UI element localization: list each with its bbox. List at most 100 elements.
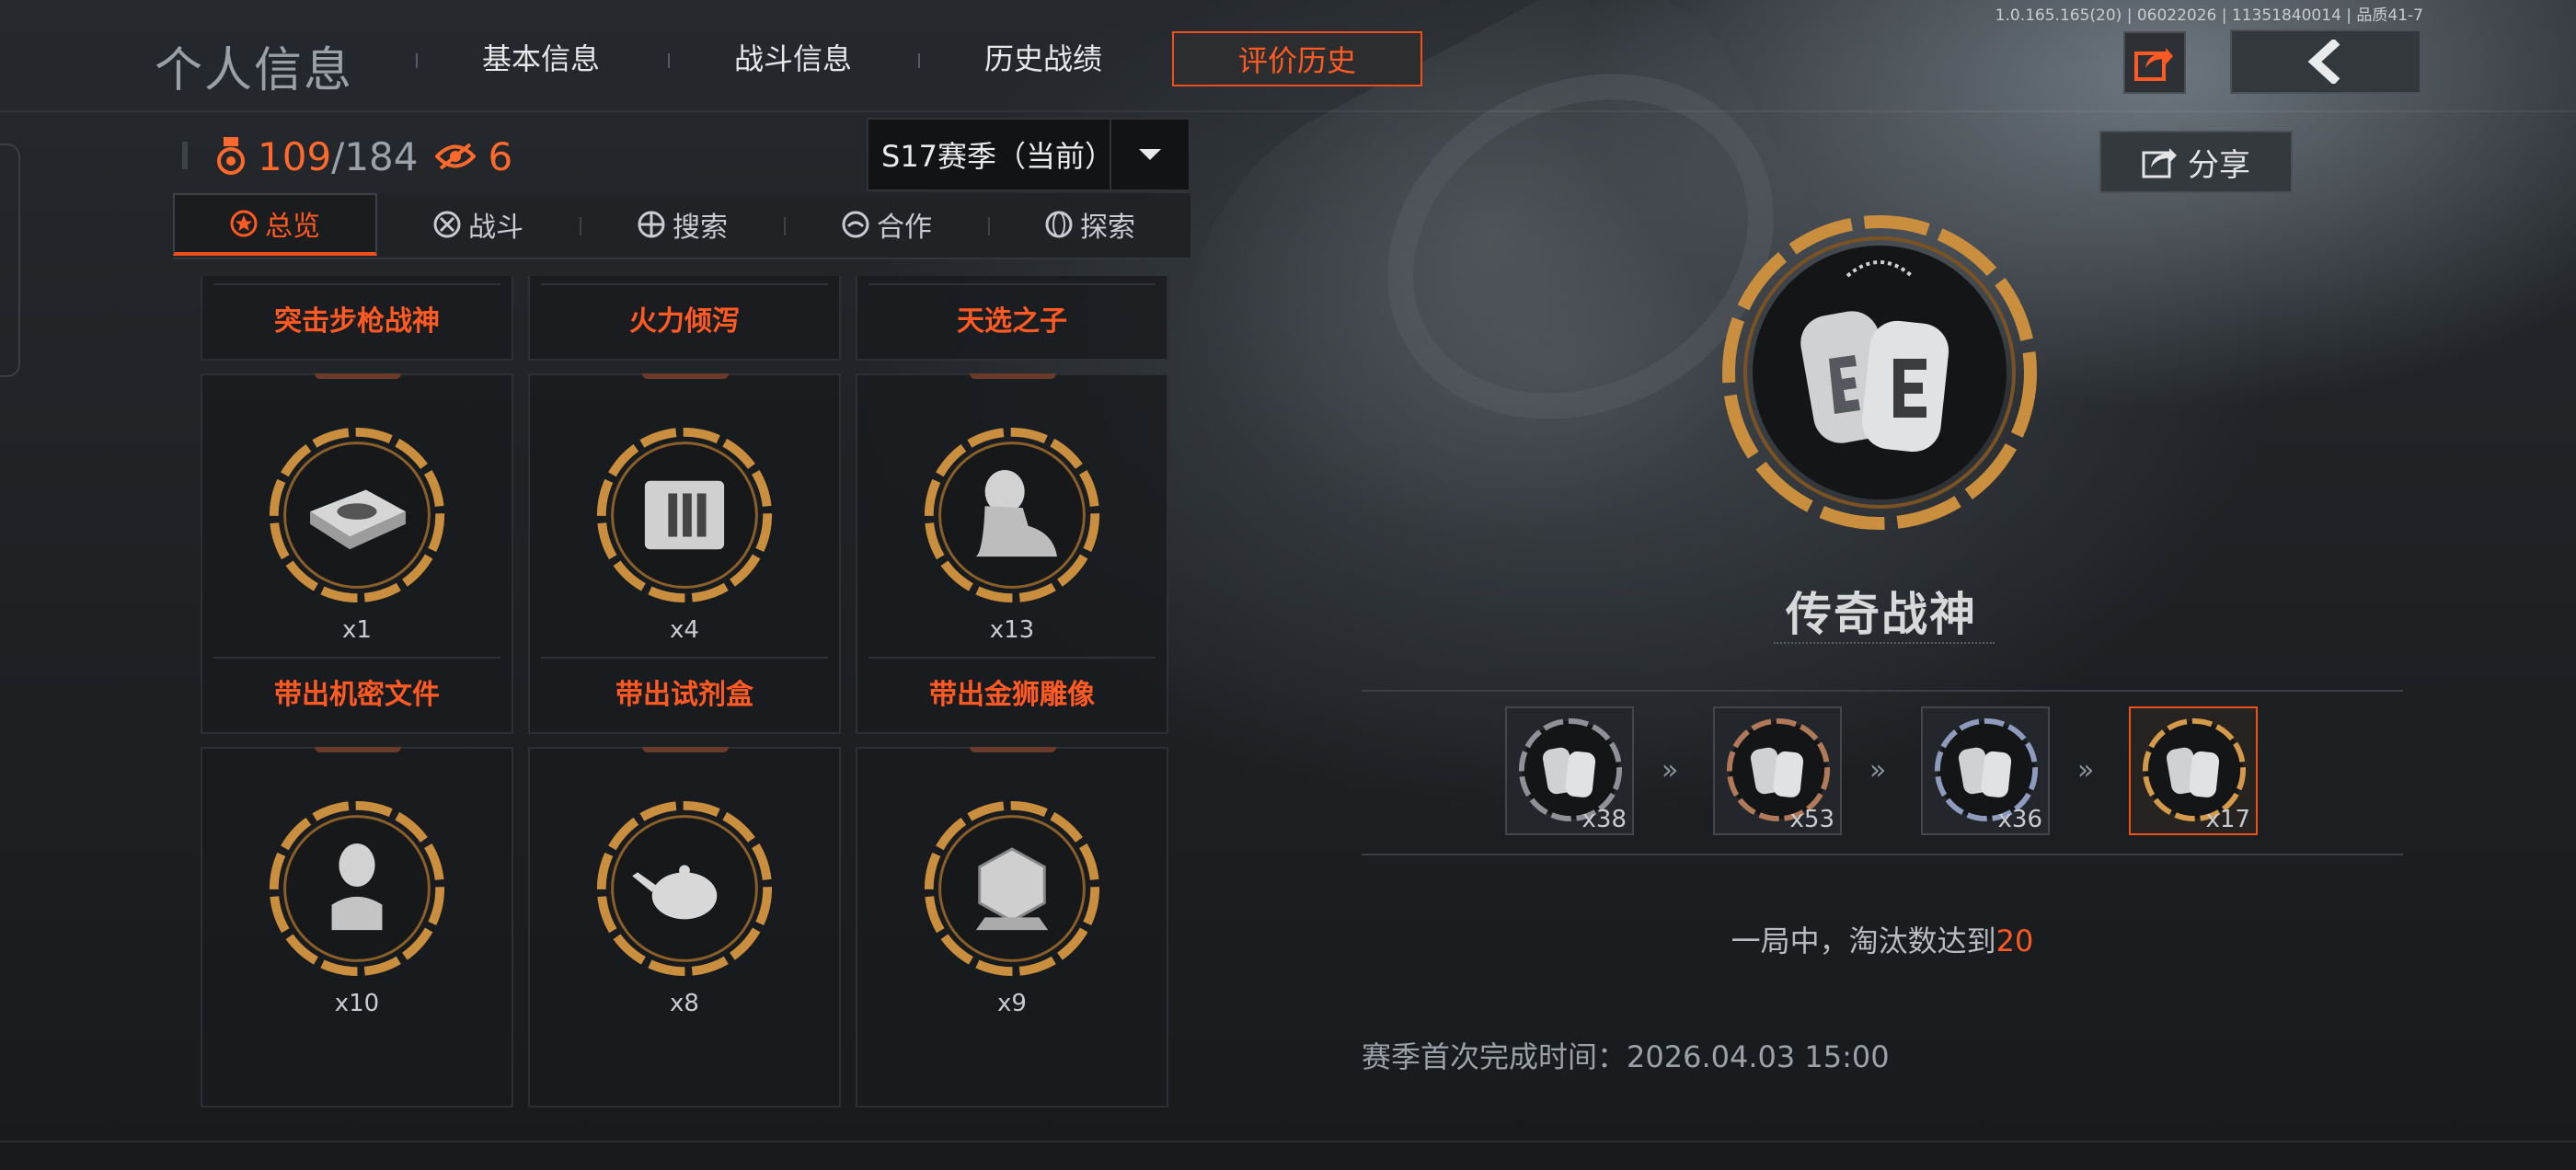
page-title: 个人信息 bbox=[155, 43, 354, 98]
season-dropdown-toggle[interactable] bbox=[1110, 120, 1189, 189]
stats-marker bbox=[182, 142, 188, 169]
stats-row: 109 / 184 6 bbox=[215, 129, 512, 184]
subtab-label: 探索 bbox=[1080, 212, 1135, 244]
dog-tags-icon bbox=[1722, 215, 2037, 530]
chevron-right-icon: » bbox=[1869, 754, 1887, 786]
achievement-count: x8 bbox=[670, 990, 699, 1017]
divider bbox=[1362, 690, 2403, 692]
handshake-icon bbox=[842, 211, 869, 238]
tier-badge[interactable]: x53 bbox=[1713, 706, 1842, 835]
card-divider bbox=[541, 283, 828, 285]
card-marker bbox=[642, 373, 729, 379]
chevron-left-icon bbox=[2307, 40, 2340, 84]
chevron-right-icon: » bbox=[2077, 754, 2095, 786]
crossed-swords-icon bbox=[433, 211, 461, 238]
bust-statue-icon bbox=[269, 800, 445, 977]
achievement-card[interactable]: x1 带出机密文件 bbox=[201, 373, 513, 734]
medal-icon bbox=[217, 137, 245, 175]
achievement-count: x10 bbox=[334, 990, 380, 1017]
viewed-count: 6 bbox=[488, 133, 513, 179]
achievement-name: 带出金狮雕像 bbox=[929, 679, 1095, 711]
achievement-card[interactable]: x9 bbox=[856, 747, 1168, 1107]
card-divider bbox=[868, 657, 1156, 659]
card-marker bbox=[970, 373, 1056, 379]
star-icon bbox=[230, 210, 258, 237]
version-text: 1.0.165.165(20) | 06022026 | 11351840014… bbox=[1995, 6, 2423, 25]
compass-icon bbox=[638, 211, 665, 238]
eye-icon bbox=[434, 143, 476, 170]
share-label: 分享 bbox=[2188, 146, 2250, 184]
achievement-card[interactable]: x4 带出试剂盒 bbox=[528, 373, 841, 734]
card-marker bbox=[970, 747, 1056, 752]
subtab-label: 合作 bbox=[877, 212, 932, 244]
tab-rating-history[interactable]: 评价历史 bbox=[1172, 31, 1422, 86]
achievement-card[interactable]: x38 火力倾泻 bbox=[528, 276, 841, 361]
bottom-divider bbox=[0, 1141, 2576, 1142]
achievement-card[interactable]: x216 天选之子 bbox=[856, 276, 1168, 361]
collected-count: 109 bbox=[258, 133, 332, 179]
card-marker bbox=[315, 747, 401, 752]
subtab-label: 战斗 bbox=[468, 212, 523, 244]
tab-battle-info[interactable]: 战斗信息 bbox=[684, 31, 902, 86]
tab-separator bbox=[668, 53, 670, 68]
achievement-grid: x51 突击步枪战神 x38 火力倾泻 x216 天选之子 x1 带出机密文件 bbox=[173, 276, 1190, 1139]
achievement-card[interactable]: x8 bbox=[528, 747, 841, 1107]
tier-count: x36 bbox=[1997, 806, 2042, 833]
achievement-name: 突击步枪战神 bbox=[274, 305, 440, 338]
top-bar: 个人信息 基本信息 战斗信息 历史战绩 评价历史 1.0.165.165(20)… bbox=[0, 0, 2576, 112]
tab-match-history[interactable]: 历史战绩 bbox=[935, 31, 1152, 86]
tab-basic-info[interactable]: 基本信息 bbox=[432, 31, 650, 86]
season-selector[interactable]: S17赛季（当前） bbox=[867, 118, 1190, 191]
chevron-down-icon bbox=[1139, 149, 1161, 160]
title-underline bbox=[1774, 642, 1995, 644]
achievement-name: 带出试剂盒 bbox=[615, 679, 753, 711]
first-complete-time: 赛季首次完成时间：2026.04.03 15:00 bbox=[1362, 1039, 1890, 1074]
achievement-card[interactable]: x10 bbox=[201, 747, 513, 1107]
card-marker bbox=[315, 373, 401, 379]
subtab-label: 搜索 bbox=[673, 212, 728, 244]
chevron-right-icon: » bbox=[1662, 754, 1679, 786]
tab-separator bbox=[416, 53, 418, 68]
card-marker bbox=[642, 747, 729, 752]
reagent-case-icon bbox=[596, 427, 773, 603]
tier-count: x17 bbox=[2205, 806, 2250, 833]
season-selector-value: S17赛季（当前） bbox=[881, 139, 1115, 174]
achievement-name: 天选之子 bbox=[957, 305, 1067, 338]
achievement-title: 传奇战神 bbox=[1786, 588, 1977, 641]
requirement-value: 20 bbox=[1995, 923, 2034, 958]
share-top-button[interactable] bbox=[2123, 31, 2186, 94]
subtab-combat[interactable]: 战斗 bbox=[377, 193, 580, 256]
requirement-text: 一局中，淘汰数达到20 bbox=[1362, 918, 2403, 960]
tier-count: x38 bbox=[1581, 806, 1627, 833]
category-tabs: 总览 战斗 搜索 合作 探索 bbox=[173, 193, 1190, 259]
tier-badge[interactable]: x36 bbox=[1921, 706, 2050, 835]
subtab-label: 总览 bbox=[265, 211, 320, 243]
achievement-count: x4 bbox=[670, 616, 699, 644]
share-icon bbox=[2134, 48, 2173, 81]
share-button[interactable]: 分享 bbox=[2099, 131, 2293, 193]
tier-badge[interactable]: x38 bbox=[1505, 706, 1634, 835]
achievement-count: x13 bbox=[989, 616, 1035, 644]
subtab-search[interactable]: 搜索 bbox=[581, 193, 784, 256]
card-divider bbox=[213, 283, 500, 285]
hex-panel-icon bbox=[924, 800, 1100, 977]
back-button[interactable] bbox=[2230, 29, 2421, 94]
subtab-cooperation[interactable]: 合作 bbox=[786, 193, 988, 256]
hard-drive-icon bbox=[269, 427, 445, 603]
teapot-icon bbox=[596, 800, 773, 977]
total-count: 184 bbox=[344, 133, 419, 179]
achievement-count: x9 bbox=[997, 990, 1027, 1017]
subtab-overview[interactable]: 总览 bbox=[173, 193, 377, 256]
achievement-name: 带出机密文件 bbox=[274, 679, 440, 711]
achievement-count: x1 bbox=[342, 616, 372, 644]
tier-badge-selected[interactable]: x17 bbox=[2129, 706, 2258, 835]
share-icon bbox=[2142, 148, 2177, 178]
card-divider bbox=[213, 657, 500, 659]
achievement-card[interactable]: x13 带出金狮雕像 bbox=[856, 373, 1168, 734]
subtab-explore[interactable]: 探索 bbox=[990, 193, 1190, 256]
lion-statue-icon bbox=[924, 427, 1100, 603]
achievement-card[interactable]: x51 突击步枪战神 bbox=[201, 276, 513, 361]
card-divider bbox=[541, 657, 828, 659]
divider bbox=[1362, 854, 2403, 855]
side-drawer-handle[interactable] bbox=[0, 143, 20, 377]
